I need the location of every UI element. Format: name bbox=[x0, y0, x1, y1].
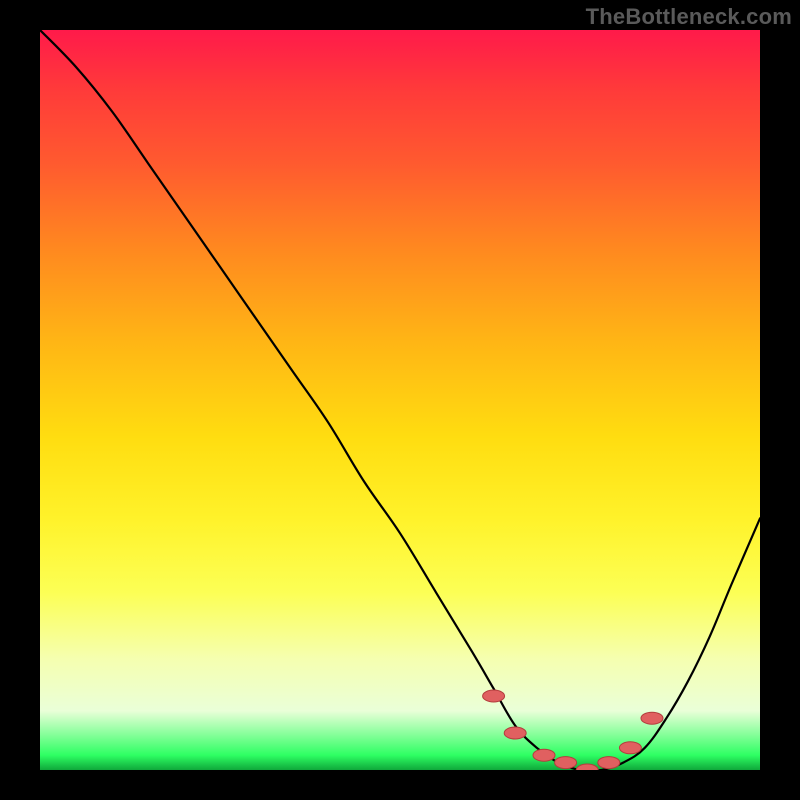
plot-area bbox=[40, 30, 760, 770]
marker-dot bbox=[576, 764, 598, 770]
bottleneck-curve bbox=[40, 30, 760, 770]
marker-dot bbox=[504, 727, 526, 739]
chart-frame: TheBottleneck.com bbox=[0, 0, 800, 800]
marker-dot bbox=[555, 757, 577, 769]
watermark-text: TheBottleneck.com bbox=[586, 4, 792, 30]
marker-dot bbox=[641, 712, 663, 724]
curve-layer bbox=[40, 30, 760, 770]
marker-dot bbox=[619, 742, 641, 754]
curve-path bbox=[40, 30, 760, 770]
marker-dot bbox=[483, 690, 505, 702]
marker-dot bbox=[598, 757, 620, 769]
optimal-range-markers bbox=[483, 690, 663, 770]
marker-dot bbox=[533, 749, 555, 761]
